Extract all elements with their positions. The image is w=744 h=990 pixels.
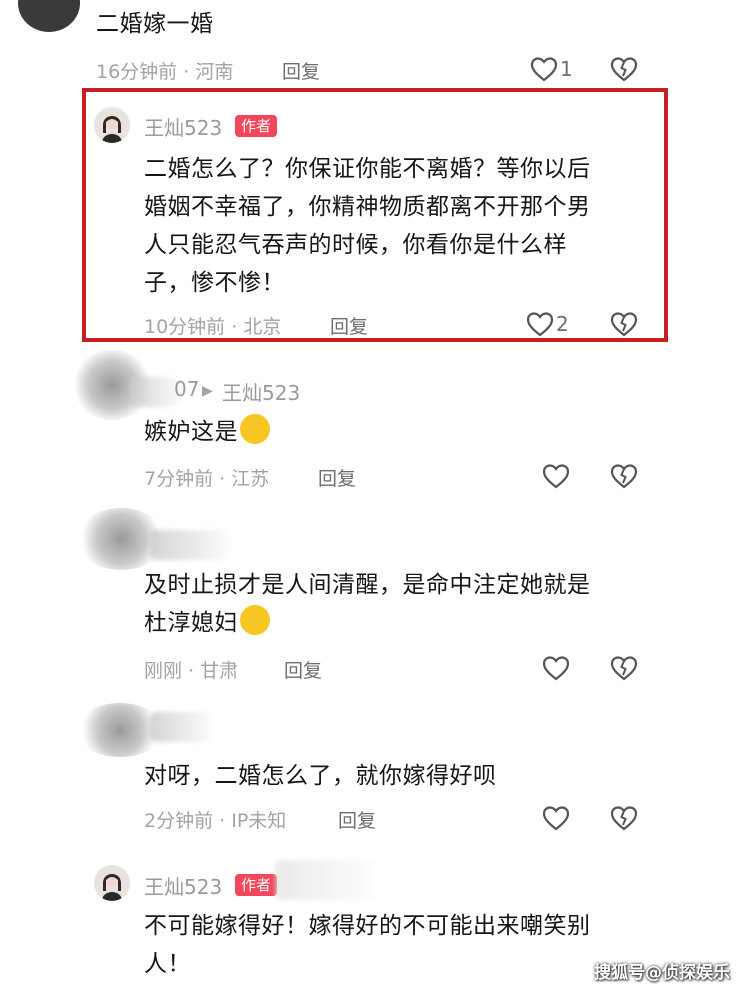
username[interactable]: 王灿523 [144,112,222,141]
comment-text: 二婚怎么了？你保证你能不离婚？等你以后 婚姻不幸福了，你精神物质都离不开那个男 … [144,156,591,296]
broken-heart-icon[interactable] [610,311,638,337]
reply-button[interactable]: 回复 [282,57,320,84]
blurred-username [130,377,180,407]
rose-smirk-emoji-icon [240,605,270,635]
blur-overlay [275,860,375,900]
comment-text: 嫉妒这是 [144,413,270,451]
watermark: 搜狐号@侦探娱乐 [594,963,730,983]
like-count: 1 [560,57,573,81]
like-icon[interactable] [542,805,570,831]
like-icon[interactable] [542,655,570,681]
reply-arrow-icon: ▶ [202,383,213,399]
broken-heart-icon[interactable] [610,463,638,489]
like-icon[interactable] [530,56,558,82]
comment-meta: 16分钟前 · 河南 [96,61,234,83]
reply-button[interactable]: 回复 [284,656,322,683]
like-count: 2 [556,312,569,336]
reply-button[interactable]: 回复 [318,464,356,491]
comment-text: 二婚嫁一婚 [96,11,214,37]
reply-button[interactable]: 回复 [338,806,376,833]
like-icon[interactable] [526,311,554,337]
comment-text: 及时止损才是人间清醒，是命中注定她就是 杜淳媳妇 [144,572,591,636]
avatar[interactable] [18,0,80,32]
blurred-username [150,530,228,560]
laughing-tears-emoji-icon [240,414,270,444]
comment-meta: 10分钟前 · 北京 [144,316,282,338]
reply-button[interactable]: 回复 [330,312,368,339]
avatar[interactable] [94,865,130,901]
broken-heart-icon[interactable] [610,805,638,831]
author-badge: 作者 [235,874,278,896]
username[interactable]: 王灿523 [144,871,222,900]
broken-heart-icon[interactable] [610,56,638,82]
comment-meta: 7分钟前 · 江苏 [144,468,270,490]
comment-text: 不可能嫁得好！嫁得好的不可能出来嘲笑别 人！ [144,913,591,977]
blurred-username [150,712,210,742]
reply-to-username[interactable]: 王灿523 [222,377,300,406]
username[interactable]: 07 [174,377,199,401]
comment-text: 对呀，二婚怎么了，就你嫁得好呗 [144,763,497,789]
comment-meta: 刚刚 · 甘肃 [144,660,239,682]
author-badge: 作者 [235,115,278,137]
avatar[interactable] [94,107,130,143]
comment-meta: 2分钟前 · IP未知 [144,810,287,832]
broken-heart-icon[interactable] [610,655,638,681]
like-icon[interactable] [542,463,570,489]
